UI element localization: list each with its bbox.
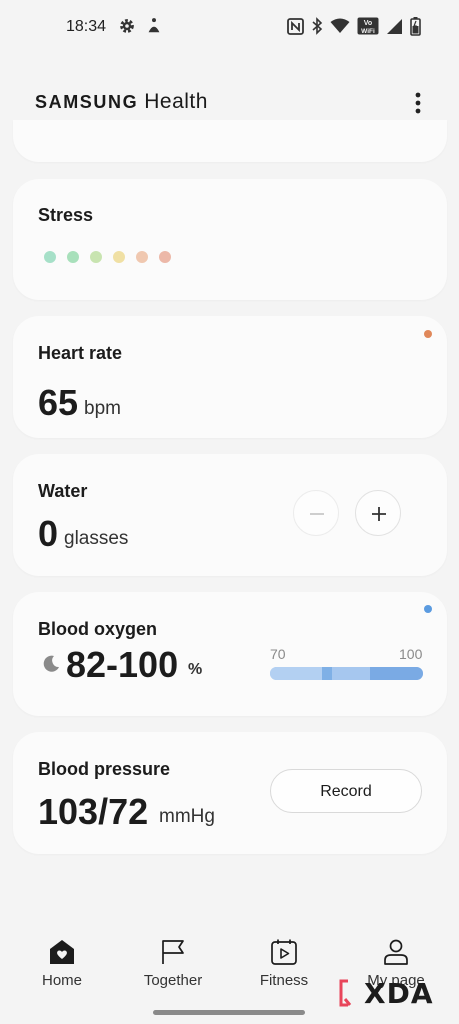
range-segment [270,667,322,680]
blood-pressure-title: Blood pressure [38,759,171,779]
nav-fitness-label: Fitness [259,972,309,989]
blood-pressure-unit: mmHg [159,806,215,827]
settings-icon [120,19,134,33]
calendar-play-icon [271,939,297,965]
range-segment [322,667,332,680]
xda-bracket-icon [339,979,352,1007]
product-name: Health [144,90,208,113]
range-segment [370,667,423,680]
bluetooth-icon [312,17,323,35]
nfc-icon [287,17,304,35]
stress-dot [44,251,56,263]
home-heart-icon [50,940,74,964]
plus-icon [372,507,386,521]
cell-signal-icon [387,18,402,34]
blood-pressure-value: 103/72 [38,791,149,832]
moon-icon [43,655,59,672]
xda-watermark-text: XDA [364,976,434,1010]
wifi-icon [330,18,350,33]
heart-rate-card[interactable]: Heart rate 65 bpm [13,316,447,438]
stress-level-dots [44,251,171,263]
nav-together-label: Together [143,972,203,989]
blood-oxygen-value: 82-100 [66,644,179,685]
oxygen-range-bar [270,667,423,680]
stress-dot [90,251,102,263]
blood-oxygen-card[interactable]: Blood oxygen 82-100 % 70 100 [13,592,447,716]
water-card[interactable]: Water 0 glasses [13,454,447,576]
accessibility-icon [148,18,160,33]
blood-oxygen-title: Blood oxygen [38,619,158,639]
water-value: 0 [38,513,59,554]
blood-oxygen-unit: % [188,661,203,678]
nav-together[interactable]: Together [118,930,228,989]
water-decrement-button[interactable] [293,490,339,536]
stress-card[interactable]: Stress [13,179,447,300]
heart-rate-value: 65 [38,382,79,423]
heart-rate-indicator [424,330,432,338]
nav-fitness[interactable]: Fitness [229,930,339,989]
vowifi-icon: Vo WiFi [357,17,379,35]
nav-home-label: Home [41,972,82,989]
xda-watermark: XDA [338,976,434,1010]
samsung-health-logo: SAMSUNG Health [35,90,208,114]
nav-home[interactable]: Home [7,930,117,989]
stress-dot [136,251,148,263]
water-increment-button[interactable] [355,490,401,536]
status-time: 18:34 [66,18,107,35]
water-title: Water [38,481,88,501]
brand-name: SAMSUNG [35,92,139,112]
stress-title: Stress [38,205,94,225]
stress-dot [159,251,171,263]
record-button[interactable]: Record [270,769,422,813]
blood-pressure-card[interactable]: Blood pressure 103/72 mmHg Record [13,732,447,854]
stress-dot [67,251,79,263]
partial-card[interactable] [13,120,447,162]
more-vert-icon[interactable] [406,88,430,118]
blood-oxygen-indicator [424,605,432,613]
flag-icon [162,940,184,964]
person-icon [384,939,408,965]
vowifi-bottom-text: WiFi [361,28,375,35]
battery-icon [410,16,421,36]
heart-rate-title: Heart rate [38,343,123,363]
range-max-label: 100 [399,646,423,662]
stress-dot [113,251,125,263]
range-min-label: 70 [270,646,286,662]
status-bar: 18:34 Vo WiFi [0,0,459,54]
gesture-bar[interactable] [153,1010,305,1015]
minus-icon [310,513,324,515]
water-unit: glasses [64,528,129,549]
heart-rate-unit: bpm [84,398,121,419]
vowifi-top-text: Vo [364,20,372,27]
